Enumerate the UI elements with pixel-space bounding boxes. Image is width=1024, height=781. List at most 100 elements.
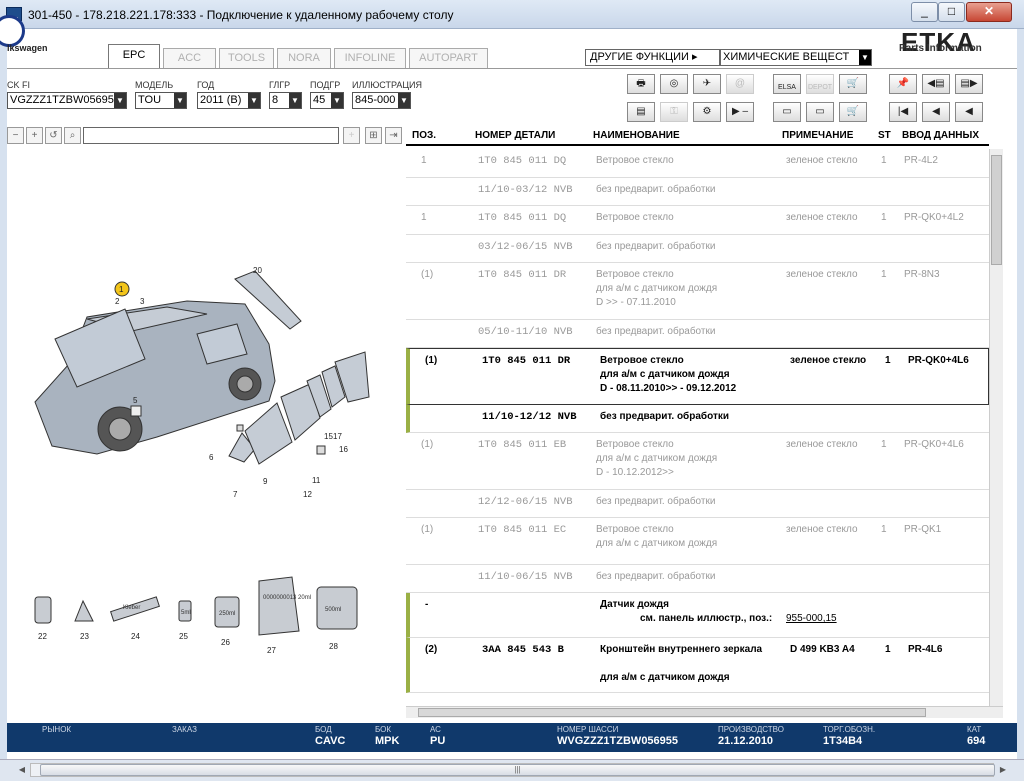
tab-autopart[interactable]: AUTOPART bbox=[409, 48, 488, 68]
other-functions-button[interactable]: ДРУГИЕ ФУНКЦИИ ▸ bbox=[585, 49, 720, 66]
consumable-text: 500ml bbox=[325, 607, 341, 613]
window-title: 301-450 - 178.218.221.178:333 - Подключе… bbox=[28, 8, 454, 22]
rdp-scroll-thumb[interactable]: ||| bbox=[40, 764, 995, 776]
layout-icon[interactable]: ⊞ bbox=[365, 127, 382, 144]
cell-part-number: 1T0 845 011 EB bbox=[478, 439, 567, 451]
table-row[interactable]: (1) 1T0 845 011 EC Ветровое стекло для а/м… bbox=[406, 518, 989, 565]
search-icon[interactable]: ⌕ bbox=[64, 127, 81, 144]
minimize-button[interactable]: _ bbox=[911, 2, 938, 22]
main-group-select[interactable]: 8 ▼ bbox=[269, 92, 302, 109]
cell-link[interactable]: 955-000,15 bbox=[786, 612, 837, 626]
search-input[interactable] bbox=[83, 127, 339, 144]
refresh-icon[interactable]: ↺ bbox=[45, 127, 62, 144]
tab-tools[interactable]: TOOLS bbox=[219, 48, 274, 68]
table-row[interactable]: (1) 1T0 845 011 DR Ветровое стекло для а/м… bbox=[406, 348, 989, 405]
prev-button[interactable]: ◀ bbox=[922, 102, 950, 122]
zoom-out-icon[interactable]: − bbox=[7, 127, 24, 144]
rdp-scrollbar[interactable]: ◀ ||| ▶ bbox=[0, 759, 1024, 781]
tab-infoline[interactable]: INFOLINE bbox=[334, 48, 406, 68]
subgroup-select[interactable]: 45 ▼ bbox=[310, 92, 344, 109]
cell-name: Кронштейн внутреннего зеркала для а/м с … bbox=[600, 644, 763, 683]
cd-button[interactable]: ◎ bbox=[660, 74, 688, 94]
col-input-header[interactable]: ВВОД ДАННЫХ bbox=[902, 130, 979, 141]
scroll-right-icon[interactable]: ▶ bbox=[996, 763, 1010, 777]
chemicals-dropdown[interactable]: ХИМИЧЕСКИЕ ВЕЩЕСТ ▼ bbox=[720, 49, 872, 66]
tab-epc[interactable]: EPC bbox=[108, 44, 160, 69]
col-st-header[interactable]: ST bbox=[878, 130, 891, 141]
zoom-in-icon[interactable]: + bbox=[26, 127, 43, 144]
callout-label: 3 bbox=[140, 297, 145, 306]
pc-cart-button[interactable]: ▭ bbox=[773, 102, 801, 122]
cell-input: PR-QK1 bbox=[904, 524, 942, 535]
table-scrollbar[interactable] bbox=[989, 149, 1003, 706]
cell-pos: (2) bbox=[425, 644, 438, 655]
add-icon[interactable]: + bbox=[343, 127, 360, 144]
table-row[interactable]: 11/10-12/12 NVB без предварит. обработки bbox=[406, 405, 989, 433]
cell-name: без предварит. обработки bbox=[596, 571, 716, 582]
col-pos-header[interactable]: ПОЗ. bbox=[412, 130, 436, 141]
table-row[interactable]: - Датчик дождя см. панель иллюстр., поз.: 9… bbox=[406, 593, 989, 638]
hscroll-thumb[interactable] bbox=[418, 708, 926, 717]
cell-note: зеленое стекло bbox=[786, 212, 858, 223]
next-page-button[interactable]: ▤▶ bbox=[955, 74, 983, 94]
tab-divider bbox=[7, 68, 1017, 69]
table-row[interactable]: (1) 1T0 845 011 EB Ветровое стекло для а/м… bbox=[406, 433, 989, 490]
table-row[interactable]: 11/10-03/12 NVB без предварит. обработки bbox=[406, 178, 989, 206]
year-select[interactable]: 2011 (B) ▼ bbox=[197, 92, 261, 109]
maximize-button[interactable]: □ bbox=[938, 2, 965, 22]
depot-button[interactable]: DEPOT bbox=[806, 74, 834, 94]
vin-label: CK FI bbox=[7, 80, 31, 90]
table-row[interactable]: 05/10-11/10 NVB без предварит. обработки bbox=[406, 320, 989, 348]
cell-st: 1 bbox=[881, 155, 887, 166]
callout-label: 2 bbox=[115, 297, 120, 306]
back-button[interactable]: ◀ bbox=[955, 102, 983, 122]
cart-add-button[interactable]: 🛒 bbox=[839, 102, 867, 122]
callout-label: 6 bbox=[209, 453, 214, 462]
print-button[interactable]: 🖶 bbox=[627, 74, 655, 94]
split-icon[interactable]: ⇥ bbox=[385, 127, 402, 144]
vin-value: VGZZZ1TZBW05695 bbox=[10, 94, 114, 106]
vin-select[interactable]: VGZZZ1TZBW05695 ▼ bbox=[7, 92, 127, 109]
pc-cart-alt-button[interactable]: ▭ bbox=[806, 102, 834, 122]
chassis-label: НОМЕР ШАССИ bbox=[557, 725, 619, 734]
close-button[interactable]: ✕ bbox=[966, 2, 1012, 22]
model-select[interactable]: TOU ▼ bbox=[135, 92, 187, 109]
col-name-header[interactable]: НАИМЕНОВАНИЕ bbox=[593, 130, 680, 141]
play-button[interactable]: ▶ – bbox=[726, 102, 754, 122]
pin-button[interactable]: 📌 bbox=[889, 74, 917, 94]
table-row[interactable]: 11/10-06/15 NVB без предварит. обработки bbox=[406, 565, 989, 593]
cell-st: 1 bbox=[881, 439, 887, 450]
cell-note: зеленое стекло bbox=[786, 524, 858, 535]
prev-page-button[interactable]: ◀▤ bbox=[922, 74, 950, 94]
table-row[interactable]: (2) 3AA 845 543 B Кронштейн внутреннего зе… bbox=[406, 638, 989, 693]
chevron-down-icon: ▼ bbox=[114, 93, 126, 108]
illustration-toolbar: − + ↺ ⌕ + ⊞ ⇥ bbox=[7, 126, 407, 146]
scroll-left-icon[interactable]: ◀ bbox=[15, 763, 29, 777]
bod-value: CAVC bbox=[315, 735, 346, 747]
bike-button[interactable]: ⚙ bbox=[693, 102, 721, 122]
consumable-text: Kleber bbox=[123, 605, 140, 611]
table-row[interactable]: 1 1T0 845 011 DQ Ветровое стекло зеленое ст… bbox=[406, 149, 989, 178]
col-part-header[interactable]: НОМЕР ДЕТАЛИ bbox=[475, 130, 555, 141]
table-row[interactable]: (1) 1T0 845 011 DR Ветровое стекло для а/м… bbox=[406, 263, 989, 320]
table-row[interactable]: 1 1T0 845 011 DQ Ветровое стекло зеленое ст… bbox=[406, 206, 989, 235]
col-note-header[interactable]: ПРИМЕЧАНИЕ bbox=[782, 130, 853, 141]
tab-nora[interactable]: NORA bbox=[277, 48, 331, 68]
tools-button[interactable]: ✈ bbox=[693, 74, 721, 94]
illustration-select[interactable]: 845-000 ▼ bbox=[352, 92, 411, 109]
bok-value: MPK bbox=[375, 735, 400, 747]
callout-label: 1 bbox=[119, 285, 124, 294]
table-row[interactable]: 12/12-06/15 NVB без предварит. обработки bbox=[406, 490, 989, 518]
first-button[interactable]: |◀ bbox=[889, 102, 917, 122]
email-button[interactable]: @ bbox=[726, 74, 754, 94]
cell-part-number: 1T0 845 011 DR bbox=[482, 355, 571, 367]
elsa-button[interactable]: ELSA bbox=[773, 74, 801, 94]
cart-button[interactable]: 🛒 bbox=[839, 74, 867, 94]
table-row[interactable]: 03/12-06/15 NVB без предварит. обработки bbox=[406, 235, 989, 263]
table-hscrollbar[interactable] bbox=[406, 706, 1003, 718]
cell-note: зеленое стекло bbox=[790, 355, 867, 366]
tab-acc[interactable]: ACC bbox=[163, 48, 216, 68]
key-button[interactable]: ⚿ bbox=[660, 102, 688, 122]
list-button[interactable]: ▤ bbox=[627, 102, 655, 122]
scroll-thumb[interactable] bbox=[991, 155, 1002, 265]
